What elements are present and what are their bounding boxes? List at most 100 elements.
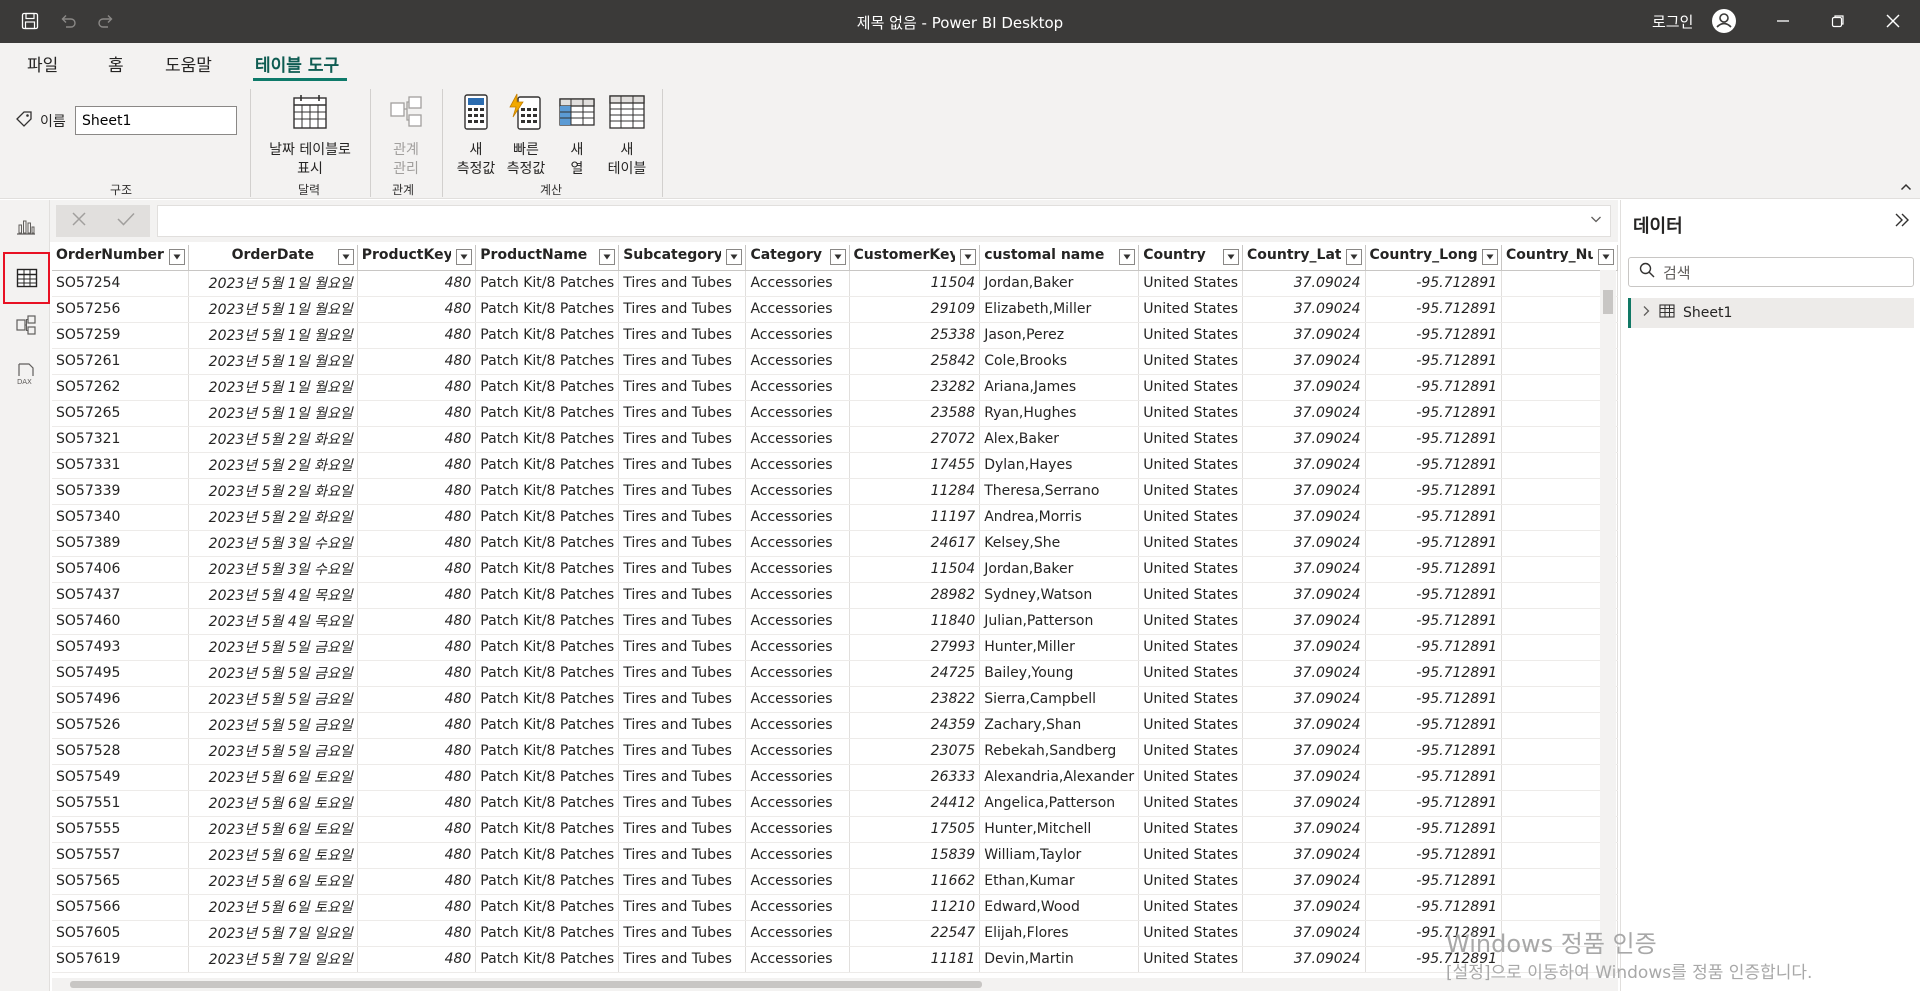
table-cell[interactable]: United States — [1138, 712, 1243, 739]
chevron-right-icon[interactable] — [1641, 305, 1651, 321]
table-cell[interactable]: Patch Kit/8 Patches — [475, 790, 620, 817]
table-cell[interactable]: Tires and Tubes — [618, 400, 747, 427]
table-cell[interactable]: SO57339 — [52, 478, 189, 505]
table-cell[interactable]: SO57557 — [52, 842, 189, 869]
table-cell[interactable]: 37.09024 — [1242, 374, 1366, 401]
table-cell[interactable]: 37.09024 — [1242, 348, 1366, 375]
table-cell[interactable]: Tires and Tubes — [618, 452, 747, 479]
table-cell[interactable]: SO57526 — [52, 712, 189, 739]
table-cell[interactable]: Patch Kit/8 Patches — [475, 842, 620, 869]
table-cell[interactable]: Julian,Patterson — [979, 608, 1140, 635]
table-cell[interactable]: 26333 — [849, 764, 981, 791]
table-cell[interactable]: SO57254 — [52, 270, 189, 297]
table-cell[interactable]: Patch Kit/8 Patches — [475, 504, 620, 531]
table-cell[interactable]: Cole,Brooks — [979, 348, 1140, 375]
table-cell[interactable]: United States — [1138, 426, 1243, 453]
table-cell[interactable]: Tires and Tubes — [618, 868, 747, 895]
new-column-button[interactable]: 새 열 — [553, 93, 601, 179]
table-cell[interactable]: -95.712891 — [1365, 634, 1503, 661]
table-cell[interactable]: 37.09024 — [1242, 322, 1366, 349]
table-cell[interactable]: United States — [1138, 920, 1243, 947]
table-cell[interactable]: 480 — [357, 712, 477, 739]
table-cell[interactable]: -95.712891 — [1365, 816, 1503, 843]
table-cell[interactable]: -95.712891 — [1365, 296, 1503, 323]
table-cell[interactable]: 480 — [357, 556, 477, 583]
table-cell[interactable]: 23282 — [849, 374, 981, 401]
table-cell[interactable]: 37.09024 — [1242, 920, 1366, 947]
table-cell[interactable]: 11662 — [849, 868, 981, 895]
table-cell[interactable]: 37.09024 — [1242, 582, 1366, 609]
table-cell[interactable]: 37.09024 — [1242, 738, 1366, 765]
table-cell[interactable]: Patch Kit/8 Patches — [475, 400, 620, 427]
table-cell[interactable]: Patch Kit/8 Patches — [475, 582, 620, 609]
table-cell[interactable]: Alex,Baker — [979, 426, 1140, 453]
table-cell[interactable]: 37.09024 — [1242, 530, 1366, 557]
table-cell[interactable]: SO57555 — [52, 816, 189, 843]
report-view-icon[interactable] — [4, 204, 48, 248]
column-filter-icon[interactable] — [726, 249, 743, 265]
table-cell[interactable]: Accessories — [745, 478, 850, 505]
new-measure-button[interactable]: 새 측정값 — [451, 93, 501, 179]
table-cell[interactable]: Accessories — [745, 790, 850, 817]
table-cell[interactable]: 480 — [357, 530, 477, 557]
signin-link[interactable]: 로그인 — [1652, 11, 1693, 32]
column-filter-icon[interactable] — [829, 249, 846, 265]
table-cell[interactable]: 27072 — [849, 426, 981, 453]
table-cell[interactable]: Accessories — [745, 426, 850, 453]
column-filter-icon[interactable] — [599, 249, 616, 265]
table-cell[interactable]: Accessories — [745, 868, 850, 895]
model-view-icon[interactable] — [4, 303, 48, 347]
table-cell[interactable]: 2023년 5월 2일 화요일 — [188, 452, 358, 479]
table-cell[interactable]: 11181 — [849, 946, 981, 973]
table-cell[interactable]: United States — [1138, 764, 1243, 791]
table-cell[interactable]: United States — [1138, 738, 1243, 765]
table-cell[interactable]: United States — [1138, 686, 1243, 713]
table-cell[interactable]: 37.09024 — [1242, 946, 1366, 973]
table-cell[interactable]: 480 — [357, 738, 477, 765]
column-filter-icon[interactable] — [960, 249, 977, 265]
column-filter-icon[interactable] — [1223, 249, 1239, 265]
scroll-thumb[interactable] — [70, 981, 982, 988]
table-cell[interactable]: Accessories — [745, 582, 850, 609]
column-header[interactable]: ProductKey — [357, 245, 477, 271]
table-cell[interactable]: 480 — [357, 790, 477, 817]
user-avatar-icon[interactable] — [1712, 9, 1736, 33]
data-search-input[interactable]: 검색 — [1628, 257, 1914, 287]
table-cell[interactable]: Accessories — [745, 608, 850, 635]
table-cell[interactable]: 480 — [357, 868, 477, 895]
table-cell[interactable]: United States — [1138, 608, 1243, 635]
table-cell[interactable]: 27993 — [849, 634, 981, 661]
table-cell[interactable]: Patch Kit/8 Patches — [475, 712, 620, 739]
table-cell[interactable]: Patch Kit/8 Patches — [475, 452, 620, 479]
table-cell[interactable]: Tires and Tubes — [618, 478, 747, 505]
table-cell[interactable]: SO57496 — [52, 686, 189, 713]
table-cell[interactable]: 23588 — [849, 400, 981, 427]
table-cell[interactable]: -95.712891 — [1365, 660, 1503, 687]
table-cell[interactable]: Edward,Wood — [979, 894, 1140, 921]
table-cell[interactable]: 480 — [357, 842, 477, 869]
column-filter-icon[interactable] — [1482, 249, 1499, 265]
table-cell[interactable]: Patch Kit/8 Patches — [475, 764, 620, 791]
restore-icon[interactable] — [1815, 6, 1861, 36]
table-cell[interactable]: 2023년 5월 5일 금요일 — [188, 712, 358, 739]
table-cell[interactable]: Accessories — [745, 686, 850, 713]
table-cell[interactable]: Accessories — [745, 556, 850, 583]
table-cell[interactable]: 2023년 5월 1일 월요일 — [188, 296, 358, 323]
manage-relationships-button[interactable]: 관계 관리 — [378, 93, 434, 179]
table-cell[interactable]: Patch Kit/8 Patches — [475, 608, 620, 635]
table-cell[interactable]: -95.712891 — [1365, 894, 1503, 921]
table-cell[interactable]: -95.712891 — [1365, 712, 1503, 739]
column-filter-icon[interactable] — [1119, 249, 1136, 265]
table-cell[interactable]: United States — [1138, 296, 1243, 323]
table-cell[interactable]: SO57331 — [52, 452, 189, 479]
table-cell[interactable]: SO57495 — [52, 660, 189, 687]
vertical-scrollbar[interactable] — [1600, 270, 1616, 976]
table-cell[interactable]: United States — [1138, 374, 1243, 401]
table-cell[interactable]: 480 — [357, 764, 477, 791]
table-cell[interactable]: SO57493 — [52, 634, 189, 661]
table-cell[interactable]: 37.09024 — [1242, 842, 1366, 869]
table-cell[interactable]: 480 — [357, 634, 477, 661]
table-cell[interactable]: Tires and Tubes — [618, 530, 747, 557]
table-cell[interactable]: United States — [1138, 868, 1243, 895]
column-header[interactable]: customal name — [979, 245, 1140, 271]
